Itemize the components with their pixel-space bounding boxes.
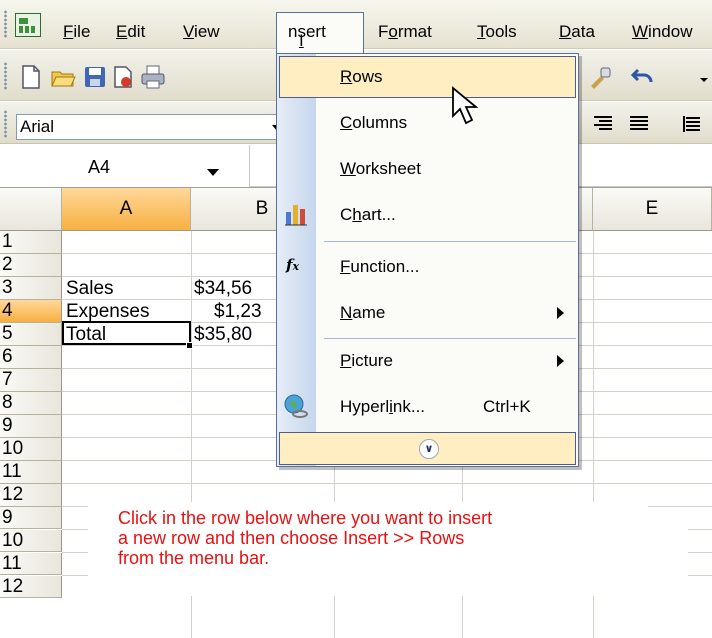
- font-name-box[interactable]: Arial: [16, 114, 286, 140]
- insert-menu-dropdown: Rows Columns Worksheet Chart... fx Funct…: [276, 53, 579, 467]
- active-cell-border: [62, 321, 191, 345]
- cell-b4[interactable]: $35,80: [194, 323, 276, 346]
- select-all-corner[interactable]: [0, 188, 62, 231]
- menu-item-chart[interactable]: Chart...: [277, 192, 578, 238]
- row-header-12[interactable]: 12: [0, 576, 62, 598]
- menu-item-function-label: Function...: [340, 257, 420, 276]
- row-header-9[interactable]: 9: [0, 507, 62, 529]
- row-header-8[interactable]: 8: [0, 392, 62, 415]
- permission-icon[interactable]: [110, 64, 136, 90]
- menu-item-function[interactable]: fx Function...: [277, 244, 578, 290]
- menu-item-hyperlink-label: Hyperlink...: [340, 397, 426, 416]
- menu-bar: File Edit View Insert Format Tools Data …: [0, 0, 712, 54]
- row-header-3[interactable]: 3: [0, 277, 62, 300]
- row-header-11[interactable]: 11: [0, 553, 62, 575]
- menu-separator: [324, 241, 576, 242]
- expand-menu-button[interactable]: ∨: [279, 432, 576, 465]
- chevron-down-icon[interactable]: [207, 169, 219, 176]
- row-header-11[interactable]: 11: [0, 461, 62, 484]
- menu-item-rows[interactable]: Rows: [277, 54, 578, 100]
- toolbar-grip[interactable]: [3, 110, 8, 138]
- menu-insert[interactable]: Insert: [276, 12, 364, 54]
- menu-item-worksheet[interactable]: Worksheet: [277, 146, 578, 192]
- menubar-grip[interactable]: [3, 10, 8, 38]
- cell-b3[interactable]: $1,23: [214, 300, 276, 323]
- menu-edit[interactable]: Edit: [116, 22, 145, 42]
- format-painter-icon[interactable]: [587, 64, 613, 90]
- double-chevron-down-icon: ∨: [419, 439, 439, 459]
- row-header-1[interactable]: 1: [0, 231, 62, 254]
- toolbar-grip[interactable]: [3, 62, 8, 90]
- mouse-pointer-icon: [452, 86, 479, 125]
- new-document-icon[interactable]: [18, 64, 44, 90]
- instruction-note: Click in the row below where you want to…: [88, 502, 648, 596]
- row-header-5[interactable]: 5: [0, 323, 62, 346]
- menu-format[interactable]: Format: [378, 22, 432, 42]
- hyperlink-globe-icon: [284, 394, 308, 418]
- menu-item-hyperlink-shortcut: Ctrl+K: [483, 397, 531, 416]
- menu-view[interactable]: View: [183, 22, 220, 42]
- grid-line: [62, 575, 88, 576]
- menu-item-chart-label: Chart...: [340, 205, 396, 224]
- row-header-4[interactable]: 4: [0, 300, 62, 323]
- grid-line: [688, 529, 712, 530]
- menu-item-picture-label: Picture: [340, 351, 393, 370]
- column-header-a[interactable]: A: [62, 188, 191, 231]
- cell-a2[interactable]: Sales: [66, 277, 114, 300]
- undo-icon[interactable]: [630, 64, 656, 90]
- save-icon[interactable]: [82, 64, 108, 90]
- grid-line: [62, 529, 88, 530]
- note-line-3: from the menu bar.: [118, 548, 270, 568]
- row-header-10[interactable]: 10: [0, 438, 62, 461]
- menu-item-name[interactable]: Name: [277, 290, 578, 336]
- menu-item-picture[interactable]: Picture: [277, 338, 578, 384]
- row-header-7[interactable]: 7: [0, 369, 62, 392]
- open-folder-icon[interactable]: [50, 64, 76, 90]
- menu-file[interactable]: File: [63, 22, 90, 42]
- merge-center-icon[interactable]: [680, 114, 702, 134]
- cell-a3[interactable]: Expenses: [66, 300, 149, 323]
- note-line-1: Click in the row below where you want to…: [118, 508, 493, 528]
- submenu-arrow-icon: [557, 355, 564, 367]
- row-header-10[interactable]: 10: [0, 530, 62, 552]
- print-icon[interactable]: [140, 64, 166, 90]
- row-header-9[interactable]: 9: [0, 415, 62, 438]
- align-right-icon[interactable]: [592, 114, 614, 134]
- note-line-2: a new row and then choose Insert >> Rows: [118, 528, 465, 548]
- menu-item-name-label: Name: [340, 303, 386, 322]
- menu-highlight: [279, 56, 576, 98]
- menu-item-columns-label: Columns: [340, 113, 408, 132]
- align-justify-icon[interactable]: [628, 114, 650, 134]
- fill-handle[interactable]: [186, 342, 193, 349]
- name-box[interactable]: A4: [0, 145, 250, 187]
- menu-item-hyperlink[interactable]: Hyperlink... Ctrl+K: [277, 384, 578, 430]
- name-box-value: A4: [88, 157, 111, 177]
- grid-line: [62, 483, 712, 484]
- menu-item-worksheet-label: Worksheet: [340, 159, 421, 178]
- function-fx-icon: fx: [286, 256, 300, 274]
- row-header-12[interactable]: 12: [0, 484, 62, 507]
- cell-b2[interactable]: $34,56: [194, 277, 276, 300]
- row-header-6[interactable]: 6: [0, 346, 62, 369]
- menu-item-columns[interactable]: Columns: [277, 100, 578, 146]
- undo-dropdown-icon[interactable]: [700, 78, 708, 82]
- menu-tools[interactable]: Tools: [477, 22, 517, 42]
- grid-line: [688, 552, 712, 553]
- menu-window[interactable]: Window: [632, 22, 692, 42]
- excel-document-icon[interactable]: [15, 13, 41, 37]
- column-header-e[interactable]: E: [593, 188, 712, 231]
- grid-line: [688, 575, 712, 576]
- menu-item-rows-label: Rows: [340, 67, 383, 86]
- font-name-value: Arial: [20, 117, 55, 136]
- chart-icon: [285, 205, 307, 226]
- row-header-2[interactable]: 2: [0, 254, 62, 277]
- menu-data[interactable]: Data: [559, 22, 595, 42]
- grid-line: [62, 552, 88, 553]
- submenu-arrow-icon: [557, 307, 564, 319]
